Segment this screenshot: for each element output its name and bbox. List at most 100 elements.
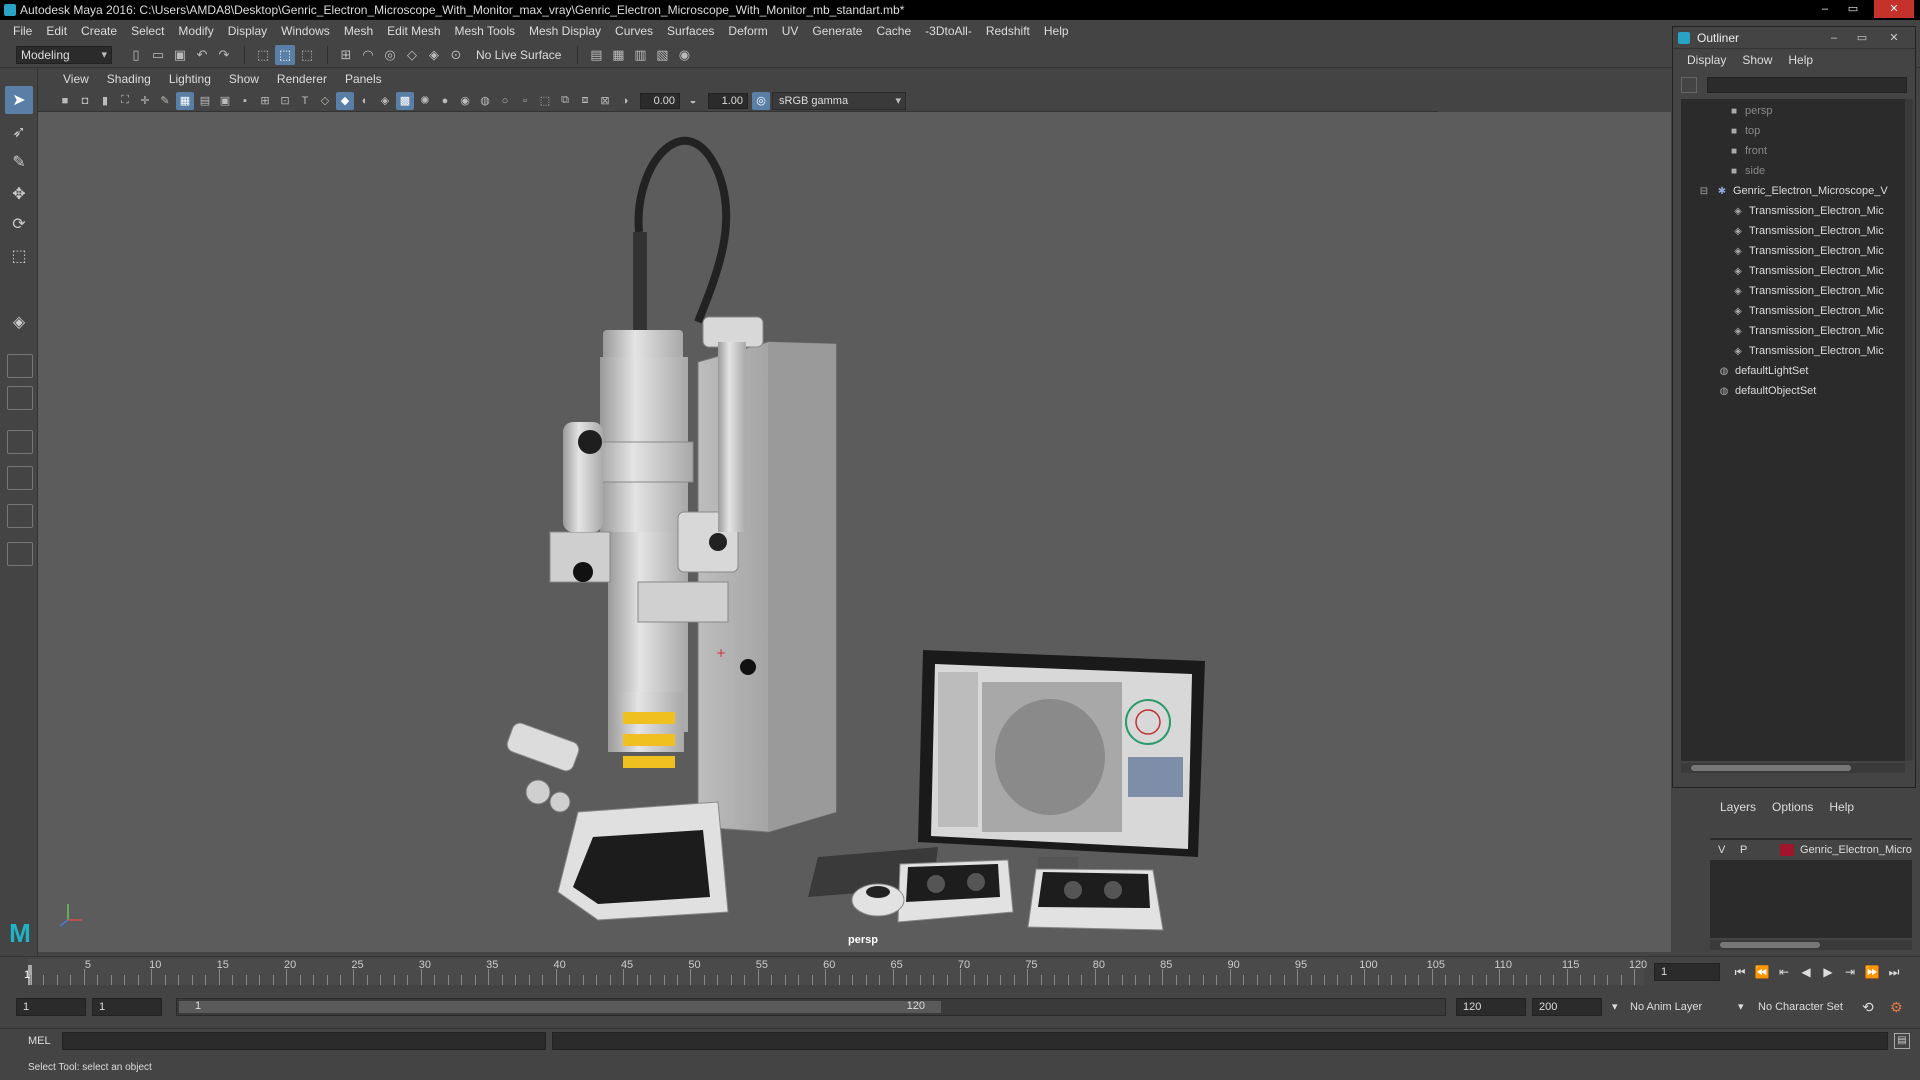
outliner-filter-icon[interactable] bbox=[1681, 77, 1697, 93]
outliner-minimize-button[interactable]: – bbox=[1823, 27, 1845, 49]
auto-key-icon[interactable]: ⟲ bbox=[1862, 998, 1874, 1016]
render-view-icon[interactable]: ▧ bbox=[652, 45, 672, 65]
panel-menu-renderer[interactable]: Renderer bbox=[268, 72, 336, 86]
persp-viewport[interactable]: + persp bbox=[38, 112, 1671, 952]
outliner-maximize-button[interactable]: ▭ bbox=[1851, 27, 1873, 49]
move-tool-icon[interactable]: ✥ bbox=[5, 180, 33, 208]
grid-icon[interactable]: ▦ bbox=[176, 91, 194, 110]
paint-select-tool-icon[interactable]: ✎ bbox=[5, 148, 33, 176]
menu-display[interactable]: Display bbox=[221, 20, 274, 42]
menu-cache[interactable]: Cache bbox=[869, 20, 918, 42]
menu-redshift[interactable]: Redshift bbox=[979, 20, 1037, 42]
image-plane-icon[interactable]: ⛶ bbox=[116, 92, 134, 110]
ipr-render-icon[interactable]: ▥ bbox=[630, 45, 650, 65]
close-button[interactable]: ✕ bbox=[1874, 0, 1914, 18]
range-slider[interactable]: 1 120 bbox=[176, 998, 1446, 1016]
outliner-item[interactable]: ◈ Transmission_Electron_Mic bbox=[1681, 301, 1905, 321]
layer-color-swatch[interactable] bbox=[1780, 844, 1794, 856]
bookmark-icon[interactable]: ▮ bbox=[96, 92, 114, 110]
menu-create[interactable]: Create bbox=[74, 20, 124, 42]
outliner-item[interactable]: ◈ Transmission_Electron_Mic bbox=[1681, 201, 1905, 221]
layer-menu-layers[interactable]: Layers bbox=[1712, 800, 1764, 814]
panel-menu-lighting[interactable]: Lighting bbox=[160, 72, 220, 86]
persp-uv-layout-icon[interactable] bbox=[7, 504, 33, 528]
script-language-toggle[interactable]: MEL bbox=[28, 1033, 51, 1049]
gate-mask-icon[interactable]: ▪ bbox=[236, 92, 254, 110]
layer-playback-toggle[interactable]: P bbox=[1740, 840, 1747, 860]
range-slider-handle[interactable]: 1 120 bbox=[179, 1000, 941, 1013]
play-backwards-icon[interactable]: ◀ bbox=[1796, 962, 1816, 982]
use-default-material-icon[interactable]: ◐ bbox=[356, 92, 374, 110]
layer-row[interactable]: V P Genric_Electron_Micro bbox=[1710, 840, 1912, 860]
outliner-item[interactable]: ⊟ ✱ Genric_Electron_Microscope_V bbox=[1681, 181, 1905, 201]
step-back-key-icon[interactable]: ⏪ bbox=[1752, 962, 1772, 982]
menu-uv[interactable]: UV bbox=[775, 20, 806, 42]
animation-end-field[interactable]: 200 bbox=[1532, 998, 1602, 1016]
outliner-horizontal-scrollbar[interactable] bbox=[1681, 763, 1905, 773]
anim-layer-select[interactable]: No Anim Layer bbox=[1630, 998, 1702, 1016]
layer-visibility-toggle[interactable]: V bbox=[1718, 840, 1725, 860]
time-slider-track[interactable]: 1 5 10 15 20 25 30 35 40 45 50 55 60 65 70 75 80 85 90 95 1… bbox=[24, 959, 1647, 985]
exposure-field[interactable]: 0.00 bbox=[640, 92, 680, 109]
collapse-icon[interactable]: ⊟ bbox=[1697, 182, 1711, 201]
outliner-vertical-scrollbar[interactable] bbox=[1905, 99, 1913, 761]
snap-live-icon[interactable]: ⊙ bbox=[446, 45, 466, 65]
safe-action-icon[interactable]: ⊡ bbox=[276, 92, 294, 110]
outliner-close-button[interactable]: ✕ bbox=[1883, 27, 1905, 49]
xray-joints-icon[interactable]: ⧈ bbox=[576, 92, 594, 110]
wireframe-icon[interactable]: ◇ bbox=[316, 92, 334, 110]
lasso-tool-icon[interactable]: ➶ bbox=[5, 118, 33, 146]
four-view-layout-icon[interactable] bbox=[7, 354, 33, 378]
outliner-search-input[interactable] bbox=[1707, 77, 1907, 93]
panel-menu-view[interactable]: View bbox=[54, 72, 98, 86]
menu-edit-mesh[interactable]: Edit Mesh bbox=[380, 20, 447, 42]
layer-menu-help[interactable]: Help bbox=[1821, 800, 1862, 814]
safe-title-icon[interactable]: T bbox=[296, 92, 314, 110]
outliner-item[interactable]: ◍ defaultLightSet bbox=[1681, 361, 1905, 381]
outliner-item[interactable]: ■ persp bbox=[1681, 101, 1905, 121]
shadows-icon[interactable]: ● bbox=[436, 92, 454, 110]
command-input[interactable] bbox=[62, 1032, 546, 1050]
field-chart-icon[interactable]: ⊞ bbox=[256, 92, 274, 110]
rotate-tool-icon[interactable]: ⟳ bbox=[5, 210, 33, 238]
grease-pencil-icon[interactable]: ✎ bbox=[156, 92, 174, 110]
menu-mesh-display[interactable]: Mesh Display bbox=[522, 20, 608, 42]
current-frame-field[interactable]: 1 bbox=[1654, 963, 1720, 981]
menu-file[interactable]: File bbox=[6, 20, 39, 42]
menu-deform[interactable]: Deform bbox=[721, 20, 774, 42]
playback-start-field[interactable]: 1 bbox=[92, 998, 162, 1016]
anti-aliasing-icon[interactable]: ○ bbox=[496, 92, 514, 110]
single-perspective-layout-icon[interactable]: ◈ bbox=[5, 308, 33, 336]
script-editor-icon[interactable]: ▤ bbox=[1894, 1033, 1910, 1049]
scrollbar-thumb[interactable] bbox=[1720, 942, 1820, 948]
view-transform-select[interactable]: sRGB gamma bbox=[772, 91, 906, 110]
motion-blur-icon[interactable]: ◍ bbox=[476, 92, 494, 110]
outliner-item[interactable]: ◈ Transmission_Electron_Mic bbox=[1681, 321, 1905, 341]
scrollbar-thumb[interactable] bbox=[1691, 765, 1851, 771]
outliner-item[interactable]: ◈ Transmission_Electron_Mic bbox=[1681, 221, 1905, 241]
open-scene-icon[interactable]: ▭ bbox=[148, 45, 168, 65]
menu-windows[interactable]: Windows bbox=[274, 20, 337, 42]
animation-start-field[interactable]: 1 bbox=[16, 998, 86, 1016]
character-set-dropdown-icon[interactable]: ▾ bbox=[1738, 998, 1752, 1016]
maximize-button[interactable]: ▭ bbox=[1840, 0, 1866, 18]
layer-horizontal-scrollbar[interactable] bbox=[1710, 940, 1912, 950]
character-set-select[interactable]: No Character Set bbox=[1758, 998, 1843, 1016]
anim-layer-dropdown-icon[interactable]: ▾ bbox=[1612, 998, 1626, 1016]
play-forwards-icon[interactable]: ▶ bbox=[1818, 962, 1838, 982]
persp-outliner-layout-icon[interactable] bbox=[7, 386, 33, 410]
wireframe-on-shaded-icon[interactable]: ◈ bbox=[376, 92, 394, 110]
go-to-end-icon[interactable]: ⏭ bbox=[1884, 962, 1904, 982]
select-object-icon[interactable]: ⬚ bbox=[275, 44, 295, 65]
outliner-menu-help[interactable]: Help bbox=[1780, 53, 1821, 67]
snap-surface-icon[interactable]: ◈ bbox=[424, 45, 444, 65]
depth-of-field-icon[interactable]: ▫ bbox=[516, 92, 534, 110]
textured-icon[interactable]: ▩ bbox=[396, 91, 414, 110]
minimize-button[interactable]: – bbox=[1812, 0, 1838, 18]
outliner-item[interactable]: ◈ Transmission_Electron_Mic bbox=[1681, 341, 1905, 361]
go-to-start-icon[interactable]: ⏮ bbox=[1730, 962, 1750, 982]
undo-icon[interactable]: ↶ bbox=[192, 45, 212, 65]
outliner-item[interactable]: ◍ defaultObjectSet bbox=[1681, 381, 1905, 401]
snap-point-icon[interactable]: ◎ bbox=[380, 45, 400, 65]
menu-set-select[interactable]: Modeling bbox=[16, 45, 112, 64]
